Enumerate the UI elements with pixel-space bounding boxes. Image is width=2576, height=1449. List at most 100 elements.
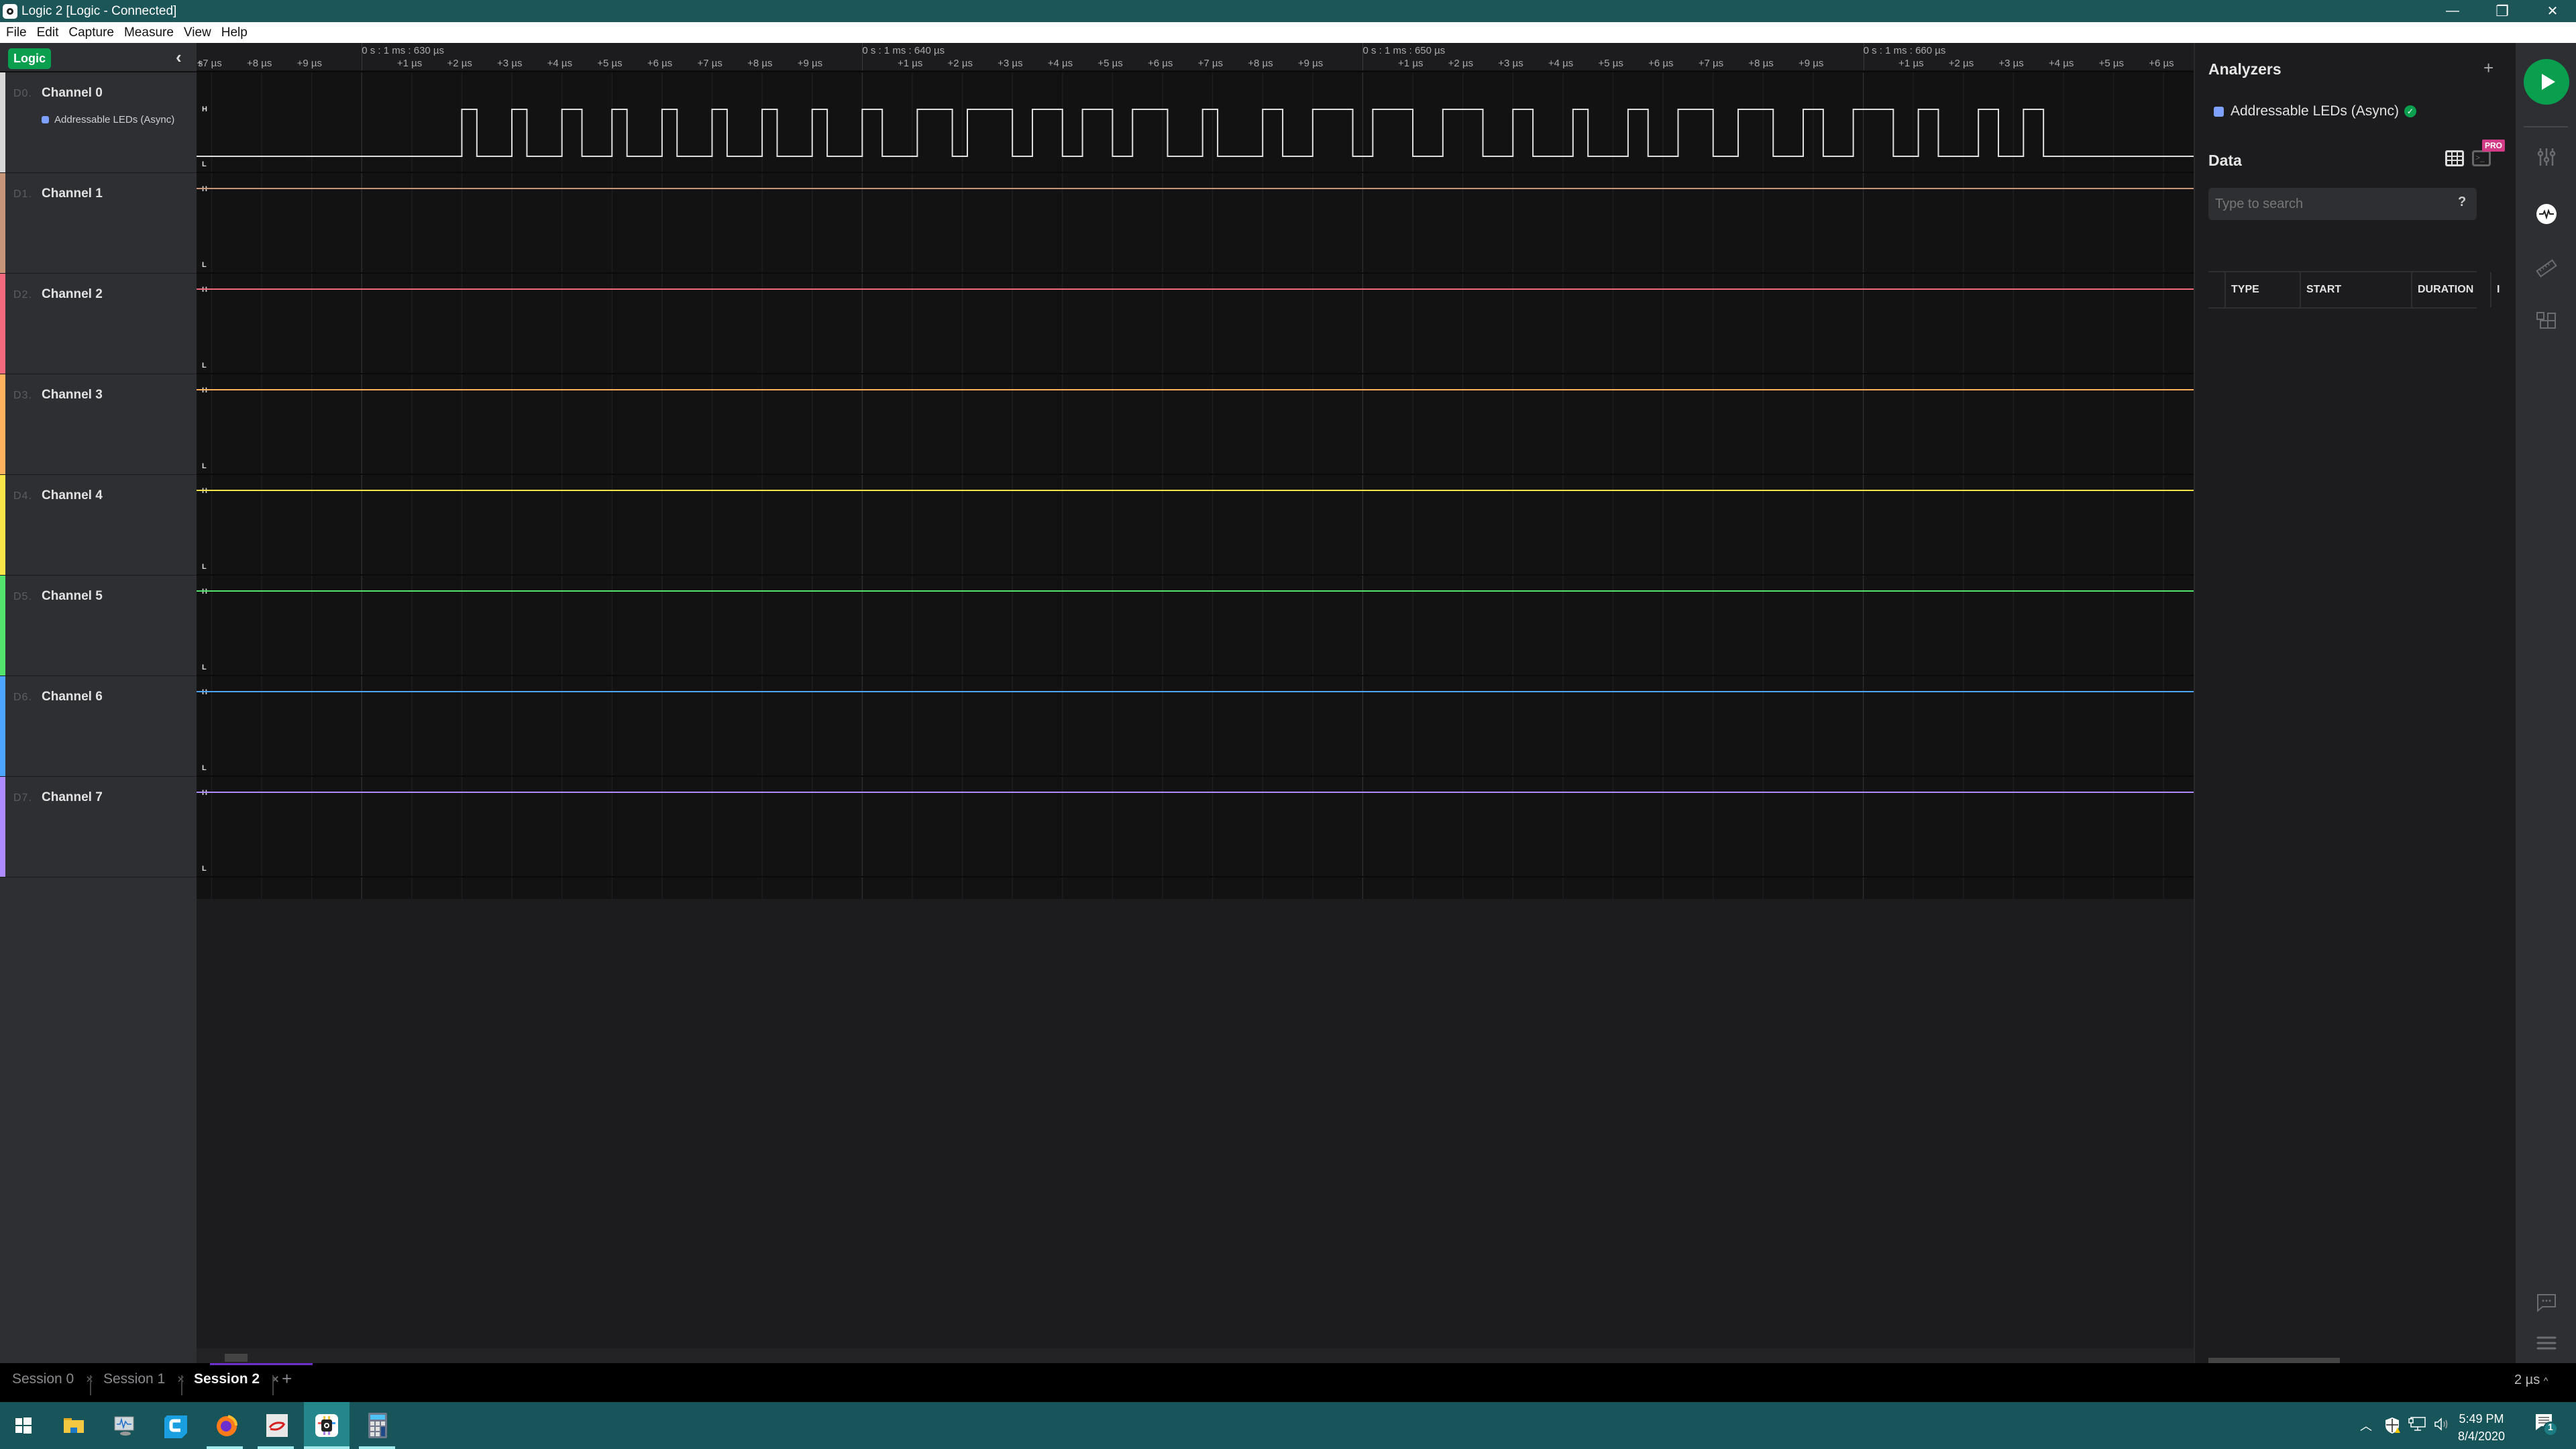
file-explorer-icon[interactable] [57,1409,91,1442]
waveform-area[interactable]: HLHLHLHLHLHLHLHL [197,72,2194,899]
analyzers-icon[interactable] [2534,202,2559,226]
add-session-button[interactable]: + [282,1368,292,1389]
channel-name[interactable]: Channel 2 [42,287,103,302]
menu-file[interactable]: File [6,25,27,40]
action-center-icon[interactable]: 1 [2534,1413,2559,1440]
system-clock[interactable]: 5:49 PM 8/4/2020 [2458,1410,2505,1445]
tab-label: Session 0 [12,1371,74,1387]
level-low-label: L [202,462,207,470]
row-separator [197,775,2194,777]
column-extra[interactable]: I [2491,272,2505,307]
column-duration[interactable]: DURATION [2411,272,2491,307]
time-tick-label: +8 µs [747,58,773,69]
channel-id: D6. [13,692,32,703]
channel-row[interactable]: D6. Channel 6 [0,676,197,777]
time-tick-label: +9 µs [297,58,323,69]
menu-edit[interactable]: Edit [37,25,59,40]
channel-name[interactable]: Channel 0 [42,86,103,101]
check-icon: ✓ [2404,105,2416,117]
measurements-icon[interactable] [2534,256,2559,280]
time-tick-label: +2 µs [447,58,472,69]
firefox-icon[interactable] [210,1409,244,1442]
horizontal-scrollbar[interactable] [197,1348,2194,1363]
channel-row[interactable]: D5. Channel 5 [0,576,197,676]
channel-name[interactable]: Channel 5 [42,589,103,604]
analyzers-panel: Analyzers + Addressable LEDs (Async) ✓ D… [2194,43,2516,1366]
menu-measure[interactable]: Measure [124,25,174,40]
channel-0-waveform[interactable] [197,109,2194,157]
minimize-button[interactable]: — [2429,0,2476,22]
close-button[interactable]: ✕ [2529,0,2576,22]
timeline-ruler[interactable]: s +7 µs +8 µs +9 µs 0 s : 1 ms : 630 µs +1 µs… [197,43,2194,72]
terminal-view-icon[interactable]: >_ [2472,150,2491,166]
resource-monitor-icon[interactable] [107,1409,141,1442]
menu-capture[interactable]: Capture [68,25,114,40]
channel-row[interactable]: D2. Channel 2 [0,274,197,374]
running-app-indicator [304,1446,350,1449]
hamburger-menu-icon[interactable] [2534,1331,2559,1355]
channel-analyzer-tag[interactable]: Addressable LEDs (Async) [42,114,174,125]
table-view-icon[interactable] [2445,150,2464,166]
logic-taskbar-icon[interactable] [310,1409,343,1442]
clock-date: 8/4/2020 [2458,1430,2506,1443]
device-badge[interactable]: Logic [8,48,51,69]
device-settings-icon[interactable] [2534,145,2559,169]
tab-session-2[interactable]: Session 2 × [194,1371,279,1387]
channel-name[interactable]: Channel 6 [42,690,103,704]
channel-row[interactable]: D7. Channel 7 [0,777,197,877]
channel-name[interactable]: Channel 3 [42,388,103,402]
show-hidden-icons-chevron[interactable]: ︿ [2360,1417,2372,1434]
restore-button[interactable]: ❐ [2479,0,2526,22]
menu-view[interactable]: View [184,25,211,40]
waveform-empty-area [197,899,2194,1363]
column-type[interactable]: TYPE [2224,272,2300,307]
analyzer-item[interactable]: Addressable LEDs (Async) ✓ [2214,103,2416,119]
channel-row[interactable]: D4. Channel 4 [0,475,197,576]
channel-id: D5. [13,591,32,602]
tab-session-0[interactable]: Session 0 × [12,1371,93,1387]
channel-row[interactable]: D3. Channel 3 [0,374,197,475]
menu-help[interactable]: Help [221,25,248,40]
feedback-chat-icon[interactable] [2534,1291,2559,1315]
os-taskbar: ︿ 5:49 PM 8/4/2020 1 [0,1402,2576,1449]
start-capture-button[interactable] [2524,59,2569,105]
time-tick-label: +1 µs [1398,58,1424,69]
time-tick-label: +8 µs [1248,58,1273,69]
time-tick-label: +7 µs [697,58,722,69]
channel-row[interactable]: D1. Channel 1 [0,173,197,274]
volume-icon[interactable] [2434,1417,2450,1435]
collapse-panel-icon[interactable]: ‹ [176,47,182,68]
zoom-level-selector[interactable]: 2 µs ^ [2514,1373,2548,1388]
level-low-label: L [202,865,207,873]
time-tick-label: +4 µs [1548,58,1574,69]
channel-color-bar [0,173,5,273]
analyzer-color-swatch [2214,106,2224,117]
pro-badge: PRO [2482,140,2506,152]
notification-count: 1 [2548,1421,2553,1432]
channel-name[interactable]: Channel 4 [42,488,103,503]
row-separator [197,574,2194,576]
calculator-icon[interactable] [361,1409,394,1442]
time-tick-label: +3 µs [998,58,1023,69]
column-start[interactable]: START [2300,272,2411,307]
search-help-icon[interactable]: ? [2458,195,2466,210]
tab-session-1[interactable]: Session 1 × [103,1371,184,1387]
tab-divider [181,1375,182,1395]
windows-start-icon[interactable] [7,1409,40,1442]
waveform-canvas[interactable]: HLHLHLHLHLHLHLHL [197,72,2194,899]
channel-name[interactable]: Channel 1 [42,186,103,201]
search-input[interactable] [2208,188,2477,220]
channel-name[interactable]: Channel 7 [42,790,103,805]
analyzer-name: Addressable LEDs (Async) [2231,103,2399,119]
extensions-icon[interactable] [2534,310,2559,334]
channel-row[interactable]: D0. Channel 0 Addressable LEDs (Async) [0,72,197,173]
security-shield-icon[interactable] [2384,1417,2400,1438]
level-low-label: L [202,764,207,772]
scrollbar-thumb[interactable] [225,1354,248,1362]
time-tick-label: +3 µs [1498,58,1523,69]
ccleaner-icon[interactable] [159,1409,193,1442]
network-icon[interactable] [2408,1417,2426,1435]
simplicity-studio-icon[interactable] [260,1409,294,1442]
add-analyzer-icon[interactable]: + [2483,58,2493,78]
tab-divider [272,1375,274,1395]
